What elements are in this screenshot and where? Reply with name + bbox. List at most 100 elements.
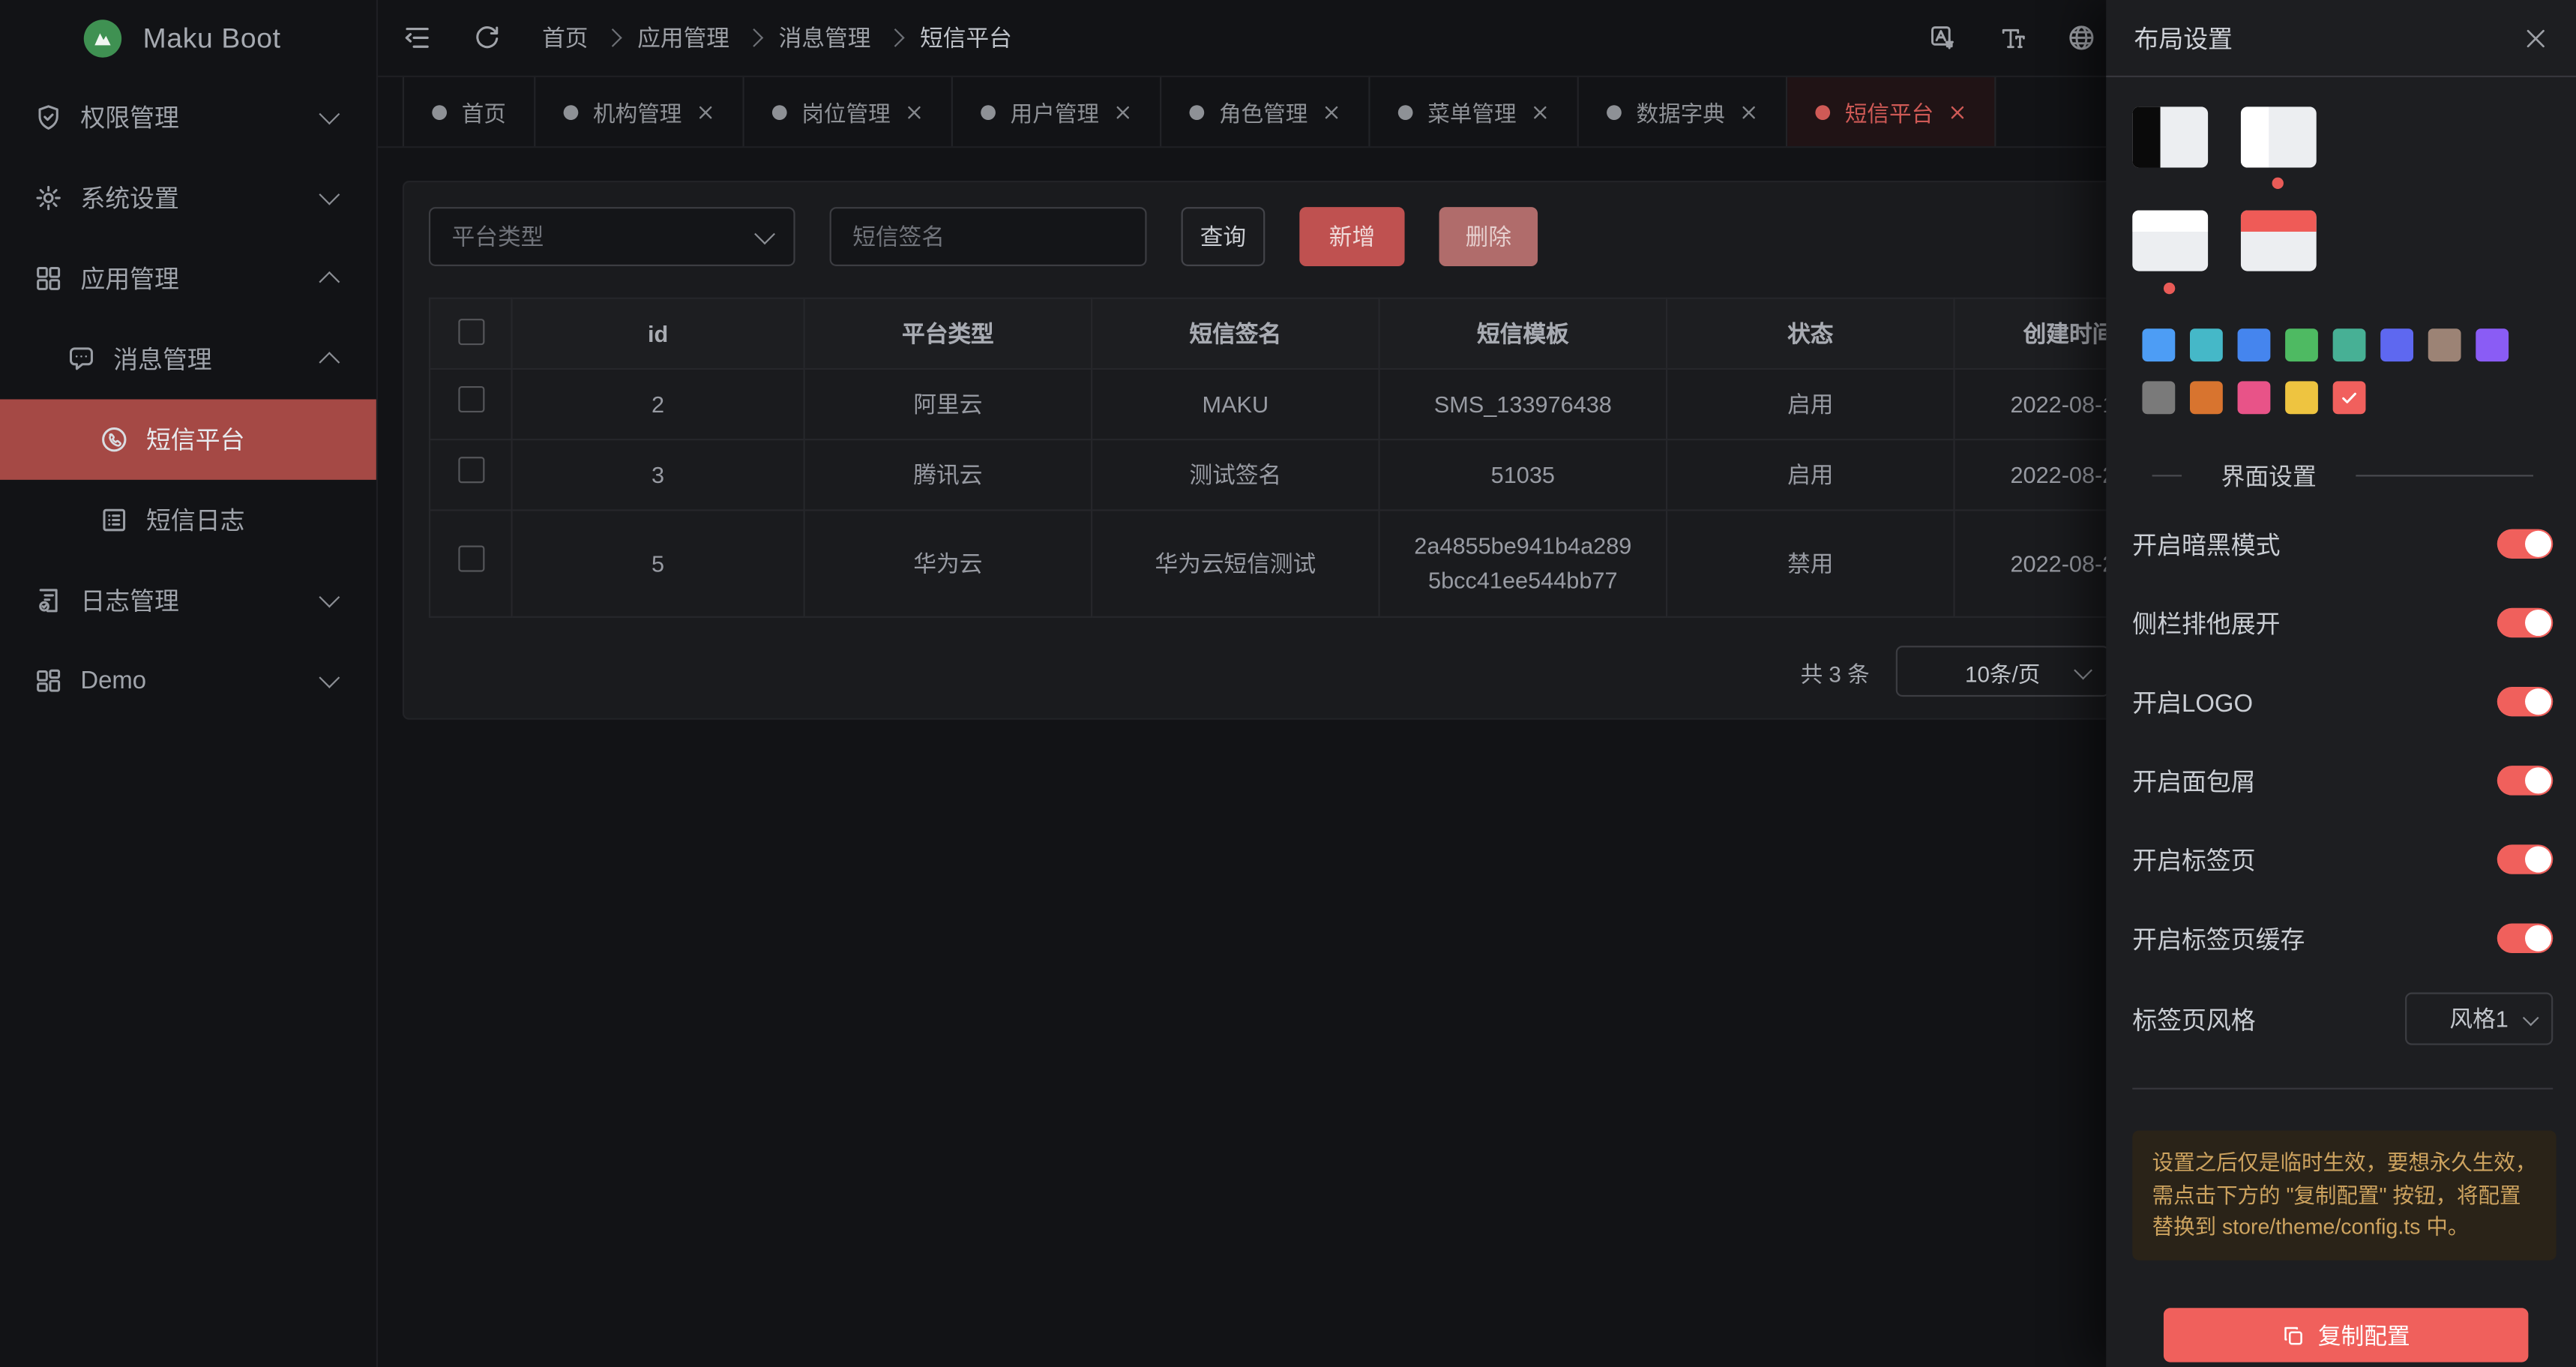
cell-sign: 华为云短信测试 (1092, 510, 1379, 616)
tab-role[interactable]: 角色管理 (1161, 77, 1370, 146)
chevron-down-icon (754, 223, 775, 244)
close-icon[interactable] (1531, 103, 1549, 121)
tab-home[interactable]: 首页 (403, 77, 535, 146)
tab-label: 菜单管理 (1427, 95, 1516, 128)
column-status: 状态 (1667, 298, 1954, 369)
cell-id: 5 (512, 510, 804, 616)
sidebar-item-logs[interactable]: 日志管理 (0, 560, 376, 640)
add-button[interactable]: 新增 (1299, 207, 1404, 266)
thumb-sidebar-strip (2241, 106, 2269, 167)
theme-color-swatch[interactable] (2238, 381, 2271, 414)
setting-logo: 开启LOGO (2132, 682, 2553, 721)
sidebar-item-system[interactable]: 系统设置 (0, 157, 376, 238)
theme-color-swatch[interactable] (2333, 328, 2366, 361)
dark-mode-toggle[interactable] (2497, 529, 2554, 559)
query-button[interactable]: 查询 (1182, 207, 1266, 266)
breadcrumb-separator-icon (604, 28, 622, 47)
layout-thumb-primary-header[interactable] (2241, 210, 2317, 271)
setting-label: 开启LOGO (2132, 685, 2253, 719)
tab-style-label: 标签页风格 (2132, 1002, 2255, 1036)
layout-thumb-light-header[interactable] (2132, 210, 2208, 271)
sidebar-item-sms-platform[interactable]: 短信平台 (0, 399, 376, 479)
breadcrumb-toggle[interactable] (2497, 766, 2554, 795)
row-checkbox[interactable] (457, 546, 484, 572)
list-icon (100, 506, 128, 534)
tab-style-select[interactable]: 风格1 (2405, 993, 2553, 1045)
row-checkbox[interactable] (457, 457, 484, 483)
breadcrumb-home[interactable]: 首页 (542, 21, 588, 54)
tabs-toggle[interactable] (2497, 844, 2554, 874)
theme-color-swatch[interactable] (2190, 328, 2223, 361)
tab-sms-platform[interactable]: 短信平台 (1787, 77, 1996, 146)
theme-color-swatch[interactable] (2190, 381, 2223, 414)
chevron-down-icon (2523, 1009, 2539, 1026)
close-icon[interactable] (1740, 103, 1758, 121)
close-icon[interactable] (696, 103, 714, 121)
shield-check-icon (34, 103, 62, 131)
breadcrumb-separator-icon (886, 28, 905, 47)
setting-label: 开启标签页缓存 (2132, 921, 2305, 955)
sidebar-item-label: 系统设置 (80, 181, 179, 215)
column-platform-type: 平台类型 (804, 298, 1092, 369)
logo-toggle[interactable] (2497, 687, 2554, 716)
drawer-divider (2132, 1088, 2553, 1090)
row-checkbox[interactable] (457, 386, 484, 412)
sidebar-collapse-icon[interactable] (403, 23, 432, 52)
sidebar-item-apps[interactable]: 应用管理 (0, 238, 376, 319)
sms-sign-input[interactable] (830, 207, 1147, 266)
sidebar-item-messages[interactable]: 消息管理 (0, 319, 376, 399)
theme-color-swatch[interactable] (2380, 328, 2413, 361)
theme-color-swatch[interactable] (2476, 328, 2509, 361)
tab-label: 短信平台 (1845, 95, 1933, 128)
cell-sign: MAKU (1092, 369, 1379, 439)
page-size-select[interactable]: 10条/页 (1896, 646, 2110, 697)
theme-color-swatch[interactable] (2142, 381, 2175, 414)
copy-config-button[interactable]: 复制配置 (2164, 1308, 2528, 1362)
breadcrumb-apps[interactable]: 应用管理 (637, 21, 729, 54)
tab-dot-icon (772, 104, 787, 119)
close-icon[interactable] (1322, 103, 1340, 121)
translate-icon[interactable] (1929, 23, 1958, 52)
breadcrumb-messages[interactable]: 消息管理 (779, 21, 871, 54)
theme-color-swatch[interactable] (2238, 328, 2271, 361)
tab-menu[interactable]: 菜单管理 (1370, 77, 1579, 146)
logo[interactable]: Maku Boot (0, 0, 376, 77)
table-row: 2 阿里云 MAKU SMS_133976438 启用 2022-08-19 (430, 369, 2184, 439)
copy-config-label: 复制配置 (2318, 1319, 2410, 1352)
tab-post[interactable]: 岗位管理 (744, 77, 953, 146)
sidebar-accordion-toggle[interactable] (2497, 608, 2554, 637)
sidebar-item-permissions[interactable]: 权限管理 (0, 77, 376, 157)
close-icon[interactable] (1948, 103, 1966, 121)
sidebar-item-sms-log[interactable]: 短信日志 (0, 480, 376, 560)
cell-template: SMS_133976438 (1379, 369, 1667, 439)
thumb-header-strip (2132, 210, 2208, 231)
close-icon[interactable] (1114, 103, 1132, 121)
selected-dot-icon (2164, 283, 2175, 294)
setting-breadcrumb: 开启面包屑 (2132, 761, 2553, 801)
theme-color-swatch[interactable] (2428, 328, 2461, 361)
theme-color-swatch[interactable] (2285, 328, 2318, 361)
layout-thumb-dark-sidebar[interactable] (2132, 106, 2208, 167)
tab-user[interactable]: 用户管理 (953, 77, 1161, 146)
sidebar-item-demo[interactable]: Demo (0, 641, 376, 721)
tabs-cache-toggle[interactable] (2497, 924, 2554, 953)
close-icon[interactable] (2524, 25, 2548, 50)
tab-dict[interactable]: 数据字典 (1579, 77, 1787, 146)
layout-thumb-light-sidebar[interactable] (2241, 106, 2317, 167)
select-all-checkbox[interactable] (457, 318, 484, 344)
tab-org[interactable]: 机构管理 (535, 77, 744, 146)
chevron-down-icon (319, 184, 340, 205)
setting-label: 开启标签页 (2132, 842, 2255, 877)
theme-color-swatch[interactable] (2285, 381, 2318, 414)
cell-platform: 华为云 (804, 510, 1092, 616)
delete-button[interactable]: 删除 (1439, 207, 1538, 266)
platform-type-select[interactable]: 平台类型 (429, 207, 795, 266)
font-size-icon[interactable] (1998, 23, 2027, 52)
close-icon[interactable] (905, 103, 923, 121)
drawer-title: 布局设置 (2134, 20, 2233, 55)
settings-note: 设置之后仅是临时生效，要想永久生效，需点击下方的 "复制配置" 按钮，将配置替换… (2132, 1131, 2556, 1260)
theme-color-swatch-selected[interactable] (2333, 381, 2366, 414)
refresh-icon[interactable] (472, 23, 501, 52)
theme-color-swatch[interactable] (2142, 328, 2175, 361)
globe-icon[interactable] (2067, 23, 2096, 52)
